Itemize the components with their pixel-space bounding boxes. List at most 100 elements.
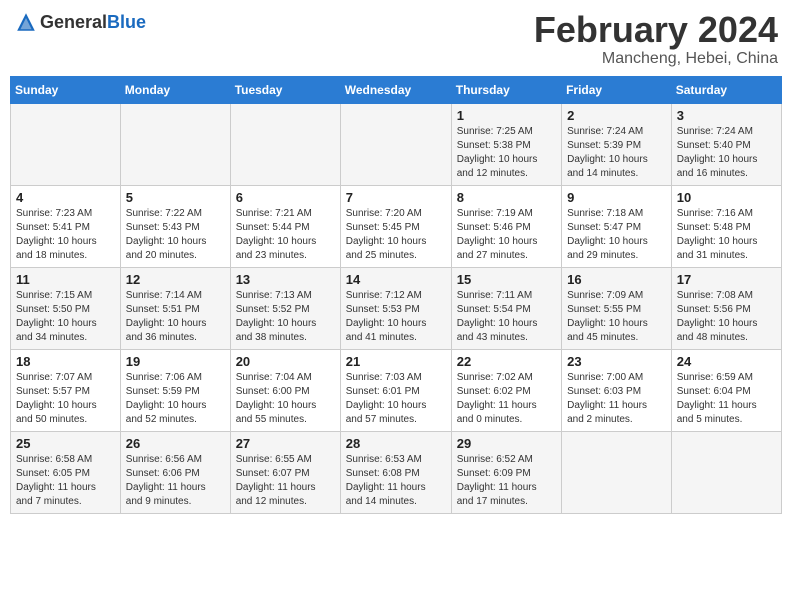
day-info: Sunrise: 7:02 AM Sunset: 6:02 PM Dayligh… bbox=[457, 371, 556, 427]
day-number: 8 bbox=[457, 190, 556, 205]
day-info: Sunrise: 7:24 AM Sunset: 5:39 PM Dayligh… bbox=[567, 125, 666, 181]
weekday-header-saturday: Saturday bbox=[671, 76, 781, 103]
day-number: 9 bbox=[567, 190, 666, 205]
calendar-cell: 24 Sunrise: 6:59 AM Sunset: 6:04 PM Dayli… bbox=[671, 349, 781, 431]
day-number: 12 bbox=[126, 272, 225, 287]
day-info: Sunrise: 7:19 AM Sunset: 5:46 PM Dayligh… bbox=[457, 207, 556, 263]
day-number: 3 bbox=[677, 108, 776, 123]
day-info: Sunrise: 7:22 AM Sunset: 5:43 PM Dayligh… bbox=[126, 207, 225, 263]
day-info: Sunrise: 7:13 AM Sunset: 5:52 PM Dayligh… bbox=[236, 289, 335, 345]
calendar-cell: 12Sunrise: 7:14 AM Sunset: 5:51 PM Dayli… bbox=[120, 267, 230, 349]
weekday-header-friday: Friday bbox=[562, 76, 672, 103]
day-number: 5 bbox=[126, 190, 225, 205]
weekday-header-monday: Monday bbox=[120, 76, 230, 103]
day-number: 16 bbox=[567, 272, 666, 287]
weekday-header-wednesday: Wednesday bbox=[340, 76, 451, 103]
calendar-cell: 13 Sunrise: 7:13 AM Sunset: 5:52 PM Dayli… bbox=[230, 267, 340, 349]
calendar-cell: 8 Sunrise: 7:19 AM Sunset: 5:46 PM Daylig… bbox=[451, 185, 561, 267]
day-info: Sunrise: 6:52 AM Sunset: 6:09 PM Dayligh… bbox=[457, 453, 556, 509]
calendar-cell: 18 Sunrise: 7:07 AM Sunset: 5:57 PM Dayli… bbox=[11, 349, 121, 431]
day-info: Sunrise: 6:59 AM Sunset: 6:04 PM Dayligh… bbox=[677, 371, 776, 427]
logo-text-general: General bbox=[40, 12, 107, 32]
day-number: 29 bbox=[457, 436, 556, 451]
month-title: February 2024 bbox=[534, 10, 778, 50]
day-number: 11 bbox=[16, 272, 115, 287]
calendar-cell: 9Sunrise: 7:18 AM Sunset: 5:47 PM Daylig… bbox=[562, 185, 672, 267]
day-number: 26 bbox=[126, 436, 225, 451]
location-title: Mancheng, Hebei, China bbox=[534, 50, 778, 68]
day-info: Sunrise: 7:00 AM Sunset: 6:03 PM Dayligh… bbox=[567, 371, 666, 427]
day-info: Sunrise: 6:56 AM Sunset: 6:06 PM Dayligh… bbox=[126, 453, 225, 509]
calendar-cell: 4 Sunrise: 7:23 AM Sunset: 5:41 PM Daylig… bbox=[11, 185, 121, 267]
calendar-cell: 11 Sunrise: 7:15 AM Sunset: 5:50 PM Dayli… bbox=[11, 267, 121, 349]
day-number: 23 bbox=[567, 354, 666, 369]
weekday-header-thursday: Thursday bbox=[451, 76, 561, 103]
calendar-cell bbox=[120, 103, 230, 185]
logo-wordmark: GeneralBlue bbox=[40, 12, 146, 33]
day-info: Sunrise: 7:15 AM Sunset: 5:50 PM Dayligh… bbox=[16, 289, 115, 345]
day-info: Sunrise: 7:25 AM Sunset: 5:38 PM Dayligh… bbox=[457, 125, 556, 181]
weekday-header-sunday: Sunday bbox=[11, 76, 121, 103]
day-number: 4 bbox=[16, 190, 115, 205]
calendar-cell: 26 Sunrise: 6:56 AM Sunset: 6:06 PM Dayli… bbox=[120, 431, 230, 513]
calendar-cell: 3 Sunrise: 7:24 AM Sunset: 5:40 PM Daylig… bbox=[671, 103, 781, 185]
day-number: 10 bbox=[677, 190, 776, 205]
weekday-header-row: SundayMondayTuesdayWednesdayThursdayFrid… bbox=[11, 76, 782, 103]
day-info: Sunrise: 7:09 AM Sunset: 5:55 PM Dayligh… bbox=[567, 289, 666, 345]
calendar-week-row: 11 Sunrise: 7:15 AM Sunset: 5:50 PM Dayli… bbox=[11, 267, 782, 349]
day-info: Sunrise: 6:58 AM Sunset: 6:05 PM Dayligh… bbox=[16, 453, 115, 509]
day-info: Sunrise: 7:08 AM Sunset: 5:56 PM Dayligh… bbox=[677, 289, 776, 345]
day-number: 20 bbox=[236, 354, 335, 369]
day-info: Sunrise: 7:12 AM Sunset: 5:53 PM Dayligh… bbox=[346, 289, 446, 345]
calendar-cell: 6 Sunrise: 7:21 AM Sunset: 5:44 PM Daylig… bbox=[230, 185, 340, 267]
calendar-cell: 27Sunrise: 6:55 AM Sunset: 6:07 PM Dayli… bbox=[230, 431, 340, 513]
day-info: Sunrise: 6:53 AM Sunset: 6:08 PM Dayligh… bbox=[346, 453, 446, 509]
calendar-cell: 20Sunrise: 7:04 AM Sunset: 6:00 PM Dayli… bbox=[230, 349, 340, 431]
calendar-cell: 21Sunrise: 7:03 AM Sunset: 6:01 PM Dayli… bbox=[340, 349, 451, 431]
day-info: Sunrise: 7:03 AM Sunset: 6:01 PM Dayligh… bbox=[346, 371, 446, 427]
logo-text-blue: Blue bbox=[107, 12, 146, 32]
calendar-cell bbox=[562, 431, 672, 513]
calendar-cell: 29 Sunrise: 6:52 AM Sunset: 6:09 PM Dayli… bbox=[451, 431, 561, 513]
day-info: Sunrise: 7:24 AM Sunset: 5:40 PM Dayligh… bbox=[677, 125, 776, 181]
day-number: 13 bbox=[236, 272, 335, 287]
day-info: Sunrise: 7:16 AM Sunset: 5:48 PM Dayligh… bbox=[677, 207, 776, 263]
day-info: Sunrise: 7:11 AM Sunset: 5:54 PM Dayligh… bbox=[457, 289, 556, 345]
day-number: 14 bbox=[346, 272, 446, 287]
day-number: 17 bbox=[677, 272, 776, 287]
calendar-week-row: 1Sunrise: 7:25 AM Sunset: 5:38 PM Daylig… bbox=[11, 103, 782, 185]
day-number: 6 bbox=[236, 190, 335, 205]
page-header: GeneralBlue February 2024 Mancheng, Hebe… bbox=[10, 10, 782, 68]
day-number: 18 bbox=[16, 354, 115, 369]
day-info: Sunrise: 7:20 AM Sunset: 5:45 PM Dayligh… bbox=[346, 207, 446, 263]
day-info: Sunrise: 6:55 AM Sunset: 6:07 PM Dayligh… bbox=[236, 453, 335, 509]
calendar-cell: 1Sunrise: 7:25 AM Sunset: 5:38 PM Daylig… bbox=[451, 103, 561, 185]
calendar-cell: 19 Sunrise: 7:06 AM Sunset: 5:59 PM Dayli… bbox=[120, 349, 230, 431]
calendar-cell: 17 Sunrise: 7:08 AM Sunset: 5:56 PM Dayli… bbox=[671, 267, 781, 349]
logo-icon bbox=[14, 10, 38, 34]
day-number: 2 bbox=[567, 108, 666, 123]
day-number: 19 bbox=[126, 354, 225, 369]
calendar-cell: 16 Sunrise: 7:09 AM Sunset: 5:55 PM Dayli… bbox=[562, 267, 672, 349]
day-number: 22 bbox=[457, 354, 556, 369]
day-number: 25 bbox=[16, 436, 115, 451]
day-info: Sunrise: 7:21 AM Sunset: 5:44 PM Dayligh… bbox=[236, 207, 335, 263]
calendar-cell: 2 Sunrise: 7:24 AM Sunset: 5:39 PM Daylig… bbox=[562, 103, 672, 185]
calendar-cell: 14 Sunrise: 7:12 AM Sunset: 5:53 PM Dayli… bbox=[340, 267, 451, 349]
day-number: 15 bbox=[457, 272, 556, 287]
day-info: Sunrise: 7:06 AM Sunset: 5:59 PM Dayligh… bbox=[126, 371, 225, 427]
day-number: 24 bbox=[677, 354, 776, 369]
day-info: Sunrise: 7:07 AM Sunset: 5:57 PM Dayligh… bbox=[16, 371, 115, 427]
calendar-cell bbox=[340, 103, 451, 185]
calendar-cell: 28 Sunrise: 6:53 AM Sunset: 6:08 PM Dayli… bbox=[340, 431, 451, 513]
calendar-cell bbox=[671, 431, 781, 513]
calendar-cell: 22 Sunrise: 7:02 AM Sunset: 6:02 PM Dayli… bbox=[451, 349, 561, 431]
title-block: February 2024 Mancheng, Hebei, China bbox=[534, 10, 778, 68]
logo: GeneralBlue bbox=[14, 10, 146, 34]
day-number: 28 bbox=[346, 436, 446, 451]
calendar-week-row: 18 Sunrise: 7:07 AM Sunset: 5:57 PM Dayli… bbox=[11, 349, 782, 431]
calendar-week-row: 25 Sunrise: 6:58 AM Sunset: 6:05 PM Dayli… bbox=[11, 431, 782, 513]
calendar-week-row: 4 Sunrise: 7:23 AM Sunset: 5:41 PM Daylig… bbox=[11, 185, 782, 267]
day-info: Sunrise: 7:23 AM Sunset: 5:41 PM Dayligh… bbox=[16, 207, 115, 263]
calendar-table: SundayMondayTuesdayWednesdayThursdayFrid… bbox=[10, 76, 782, 514]
